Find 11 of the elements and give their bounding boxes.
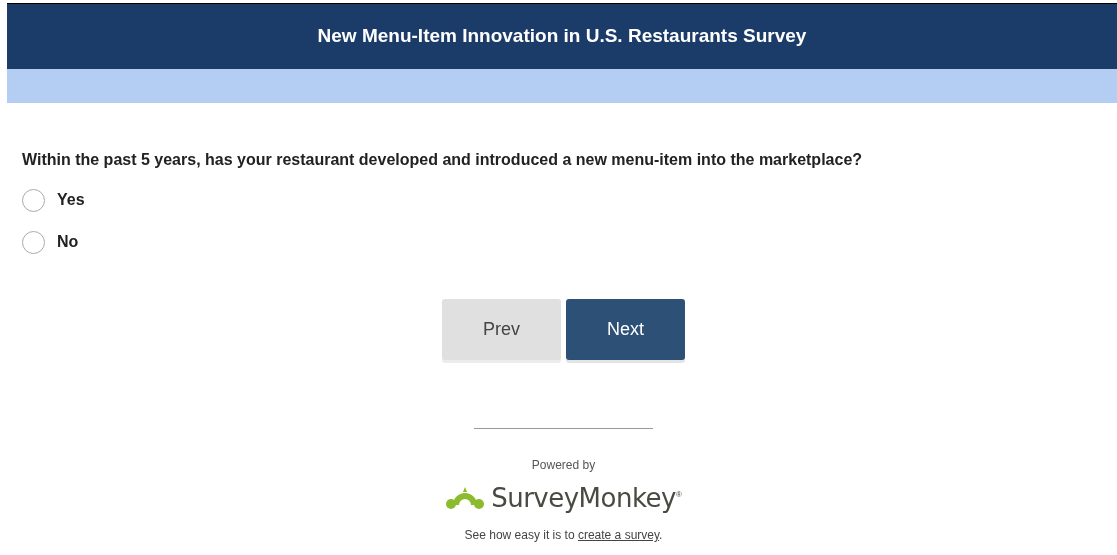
next-button[interactable]: Next [566,299,685,360]
brand-logo-text: SurveyMonkey [491,482,676,514]
prev-button[interactable]: Prev [442,299,561,360]
registered-mark: ® [675,490,682,499]
footer-tagline: See how easy it is to create a survey. [464,527,663,544]
radio-option[interactable]: No [22,230,79,254]
question-text: Within the past 5 years, has your restaurant developed and introduced a new menu-item into the marketplace? [22,150,864,170]
monkey-logo-icon [445,485,486,511]
survey-title: New Menu-Item Innovation in U.S. Restaurants Survey [317,24,807,49]
radio-option[interactable]: Yes [22,188,85,212]
powered-by-text: Powered by [531,457,596,474]
